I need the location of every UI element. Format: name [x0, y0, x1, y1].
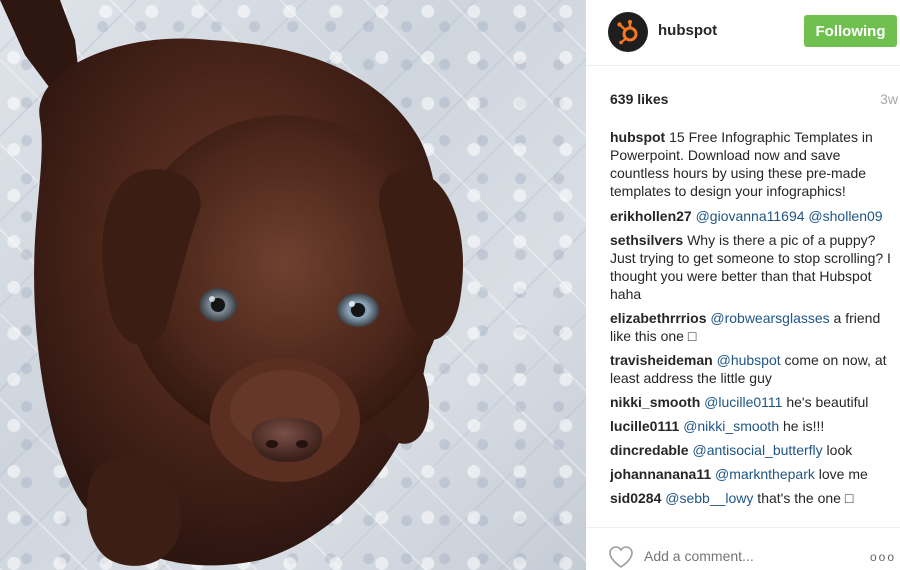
puppy-illustration [0, 0, 463, 566]
comment-text: he's beautiful [782, 394, 869, 410]
following-button[interactable]: Following [804, 15, 897, 47]
avatar[interactable] [608, 12, 648, 52]
comment-mention[interactable]: @nikki_smooth [683, 418, 779, 434]
heart-icon[interactable] [608, 545, 634, 569]
comment-item: lucille0111 @nikki_smooth he is!!! [610, 417, 892, 435]
comment-list[interactable]: hubspot 15 Free Infographic Templates in… [610, 128, 892, 526]
post-age[interactable]: 3w [880, 91, 898, 107]
comment-text: he is!!! [779, 418, 825, 434]
comment-username[interactable]: sethsilvers [610, 232, 683, 248]
comment-item: johannanana11 @marknthepark love me [610, 465, 892, 483]
comment-username[interactable]: erikhollen27 [610, 208, 692, 224]
comment-mention[interactable]: @shollen09 [808, 208, 882, 224]
comment-username[interactable]: nikki_smooth [610, 394, 700, 410]
comment-mention[interactable]: @giovanna11694 [696, 208, 805, 224]
comment-username[interactable]: dincredable [610, 442, 689, 458]
comment-mention[interactable]: @robwearsglasses [710, 310, 829, 326]
comment-text: that's the one □ [753, 490, 854, 506]
author-username[interactable]: hubspot [658, 22, 717, 39]
comment-username[interactable]: elizabethrrrios [610, 310, 706, 326]
hubspot-logo-icon [617, 19, 638, 45]
comment-item: travisheideman @hubspot come on now, at … [610, 351, 892, 387]
comment-text: look [822, 442, 853, 458]
post-image[interactable] [0, 0, 586, 570]
post-header: hubspot Following [586, 0, 900, 66]
comment-item: sid0284 @sebb__lowy that's the one □ [610, 489, 892, 507]
comment-text: love me [814, 466, 868, 482]
comment-username[interactable]: sid0284 [610, 490, 661, 506]
likes-row: 639 likes 3w [608, 91, 898, 109]
post-caption: hubspot 15 Free Infographic Templates in… [610, 128, 892, 200]
comment-footer: ooo [586, 527, 900, 570]
caption-username[interactable]: hubspot [610, 129, 665, 145]
comment-username[interactable]: travisheideman [610, 352, 713, 368]
comment-mention[interactable]: @sebb__lowy [665, 490, 753, 506]
comment-item: sethsilvers Why is there a pic of a pupp… [610, 231, 892, 303]
more-options-icon[interactable]: ooo [870, 550, 896, 564]
comment-mention[interactable]: @hubspot [717, 352, 781, 368]
likes-count[interactable]: 639 likes [610, 91, 668, 107]
comment-mention[interactable]: @lucille0111 [704, 394, 782, 410]
post-sidebar: hubspot Following 639 likes 3w hubspot 1… [586, 0, 900, 570]
comment-item: nikki_smooth @lucille0111 he's beautiful [610, 393, 892, 411]
comment-item: erikhollen27 @giovanna11694 @shollen09 [610, 207, 892, 225]
add-comment-input[interactable] [644, 548, 844, 564]
comment-mention[interactable]: @antisocial_butterfly [692, 442, 822, 458]
comment-mention[interactable]: @marknthepark [715, 466, 815, 482]
comment-username[interactable]: johannanana11 [610, 466, 711, 482]
comment-item: dincredable @antisocial_butterfly look [610, 441, 892, 459]
comment-username[interactable]: lucille0111 [610, 418, 679, 434]
comment-item: elizabethrrrios @robwearsglasses a frien… [610, 309, 892, 345]
